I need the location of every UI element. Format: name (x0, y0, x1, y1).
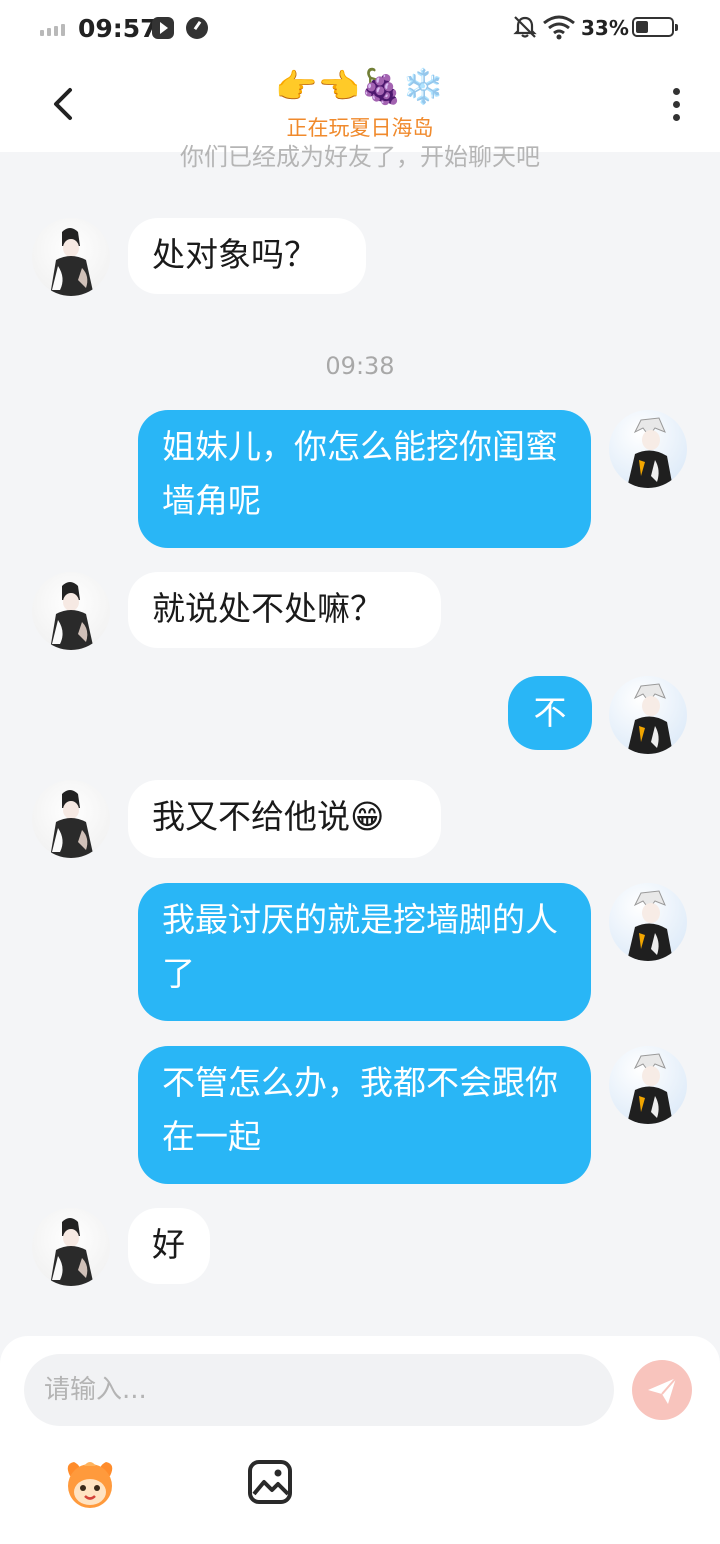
my-avatar[interactable] (609, 1046, 687, 1124)
chat-header: 👉👈🍇❄️ 正在玩夏日海岛 (0, 56, 720, 152)
peer-message-bubble[interactable]: 我又不给他说😁 (128, 780, 441, 858)
chat-title: 👉👈🍇❄️ (275, 67, 445, 107)
message-time: 09:38 (325, 352, 395, 380)
battery-icon (632, 17, 678, 37)
wifi-icon (543, 15, 575, 40)
anime-avatar-icon (627, 683, 673, 754)
my-avatar[interactable] (609, 676, 687, 754)
anime-avatar-icon (50, 1218, 94, 1286)
peer-message-bubble[interactable]: 好 (128, 1208, 210, 1284)
anime-avatar-icon (627, 890, 673, 961)
anime-avatar-icon (50, 228, 94, 296)
compass-icon (186, 17, 208, 39)
bell-muted-icon (513, 16, 537, 38)
status-time: 09:57 (78, 14, 158, 43)
my-message-bubble[interactable]: 姐妹儿，你怎么能挖你闺蜜墙角呢 (138, 410, 591, 548)
peer-status: 正在玩夏日海岛 (286, 116, 434, 140)
anime-avatar-icon (627, 417, 673, 488)
peer-message-bubble[interactable]: 就说处不处嘛？ (128, 572, 441, 648)
peer-avatar[interactable] (32, 1208, 110, 1286)
message-input[interactable] (24, 1354, 614, 1426)
my-message-bubble[interactable]: 我最讨厌的就是挖墙脚的人了 (138, 883, 591, 1021)
battery-percent: 33% (581, 16, 629, 40)
more-dots-icon[interactable] (656, 84, 696, 126)
composer (0, 1336, 720, 1544)
my-message-bubble[interactable]: 不管怎么办，我都不会跟你在一起 (138, 1046, 591, 1184)
status-bar: 09:57 33% (0, 0, 720, 56)
mascot-emoji-icon[interactable] (60, 1454, 120, 1514)
my-message-bubble[interactable]: 不 (508, 676, 592, 750)
anime-avatar-icon (627, 1053, 673, 1124)
send-icon (648, 1377, 677, 1404)
media-play-icon (152, 17, 174, 39)
signal-icon (40, 24, 65, 36)
peer-avatar[interactable] (32, 218, 110, 296)
anime-avatar-icon (50, 790, 94, 858)
peer-avatar[interactable] (32, 780, 110, 858)
gallery-icon[interactable] (246, 1458, 294, 1506)
peer-avatar[interactable] (32, 572, 110, 650)
system-tip: 你们已经成为好友了，开始聊天吧 (180, 143, 540, 171)
my-avatar[interactable] (609, 883, 687, 961)
send-button[interactable] (632, 1360, 692, 1420)
peer-message-bubble[interactable]: 处对象吗？ (128, 218, 366, 294)
anime-avatar-icon (50, 582, 94, 650)
my-avatar[interactable] (609, 410, 687, 488)
